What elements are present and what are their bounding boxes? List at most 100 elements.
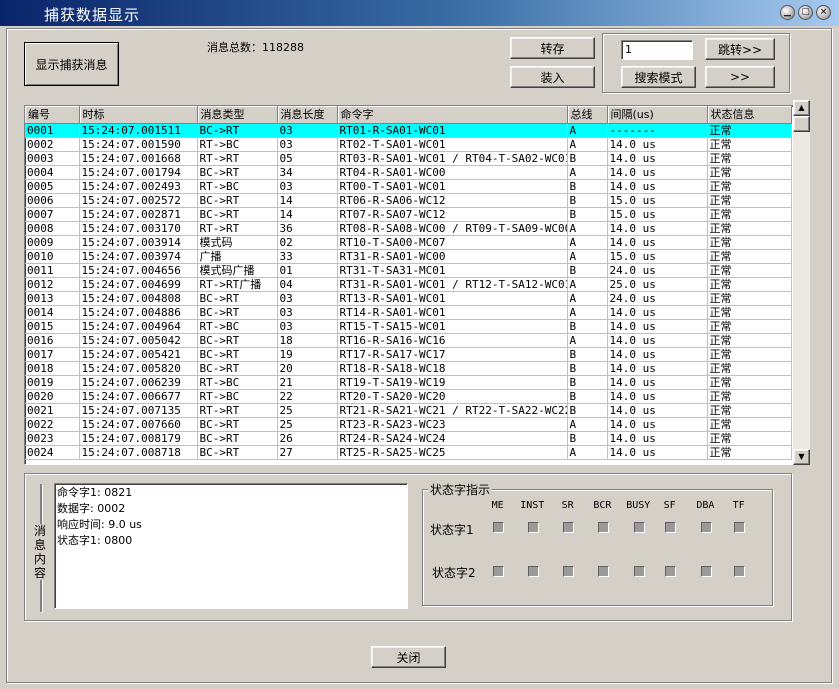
- maximize-icon[interactable]: ▢: [798, 5, 813, 20]
- table-cell: B: [567, 319, 608, 334]
- table-cell: 正常: [707, 445, 792, 460]
- table-cell: RT31-R-SA01-WC00: [337, 249, 568, 264]
- table-cell: 15:24:07.003170: [79, 221, 198, 236]
- load-button[interactable]: 装入: [510, 66, 595, 88]
- table-cell: BC->RT: [197, 347, 278, 362]
- table-row[interactable]: 0009 15:24:07.003914 模式码 02 RT10-T-SA00-MC07…: [25, 235, 792, 250]
- save-button[interactable]: 转存: [510, 37, 595, 59]
- table-cell: RT->RT: [197, 221, 278, 236]
- status-flag-indicator: [493, 566, 504, 577]
- table-cell: B: [567, 431, 608, 446]
- table-cell: 15:24:07.005820: [79, 361, 198, 376]
- status-flag-indicator: [701, 566, 712, 577]
- table-cell: BC->RT: [197, 123, 278, 138]
- table-cell: 正常: [707, 305, 792, 320]
- table-row[interactable]: 0001 15:24:07.001511 BC->RT 03 RT01-R-SA01-W…: [25, 123, 792, 138]
- table-cell: 03: [277, 179, 338, 194]
- table-cell: RT19-T-SA19-WC19: [337, 375, 568, 390]
- table-row[interactable]: 0010 15:24:07.003974 广播 33 RT31-R-SA01-WC00 A…: [25, 249, 792, 264]
- table-cell: RT24-R-SA24-WC24: [337, 431, 568, 446]
- status-flag-label: INST: [520, 500, 545, 511]
- status-flag-label: ME: [491, 500, 504, 511]
- table-cell: BC->RT: [197, 417, 278, 432]
- jump-button[interactable]: 跳转>>: [705, 38, 775, 60]
- table-cell: 14.0 us: [607, 403, 708, 418]
- table-cell: RT18-R-SA18-WC18: [337, 361, 568, 376]
- table-row[interactable]: 0018 15:24:07.005820 BC->RT 20 RT18-R-SA18-W…: [25, 361, 792, 376]
- table-row[interactable]: 0006 15:24:07.002572 BC->RT 14 RT06-R-SA06-W…: [25, 193, 792, 208]
- table-cell: 33: [277, 249, 338, 264]
- table-row[interactable]: 0004 15:24:07.001794 BC->RT 34 RT04-R-SA01-W…: [25, 165, 792, 180]
- scroll-thumb[interactable]: [793, 116, 810, 132]
- table-row[interactable]: 0008 15:24:07.003170 RT->RT 36 RT08-R-SA08-W…: [25, 221, 792, 236]
- close-button[interactable]: 关闭: [371, 646, 446, 668]
- table-row[interactable]: 0017 15:24:07.005421 BC->RT 19 RT17-R-SA17-W…: [25, 347, 792, 362]
- scroll-down-icon[interactable]: ▼: [793, 449, 810, 465]
- table-cell: 正常: [707, 347, 792, 362]
- search-mode-button[interactable]: 搜索模式: [621, 66, 696, 88]
- table-cell: 正常: [707, 179, 792, 194]
- table-cell: 15:24:07.004699: [79, 277, 198, 292]
- table-row[interactable]: 0022 15:24:07.007660 BC->RT 25 RT23-R-SA23-W…: [25, 417, 792, 432]
- table-cell: 0024: [25, 445, 80, 460]
- table-cell: RT->BC: [197, 389, 278, 404]
- message-content-box[interactable]: 命令字1: 0821 数据字: 0002 响应时间: 9.0 us 状态字1: …: [54, 483, 408, 609]
- table-cell: RT->BC: [197, 319, 278, 334]
- table-row[interactable]: 0019 15:24:07.006239 RT->BC 21 RT19-T-SA19-W…: [25, 375, 792, 390]
- table-cell: 14: [277, 193, 338, 208]
- table-cell: 14.0 us: [607, 137, 708, 152]
- column-header[interactable]: 编号: [25, 106, 80, 124]
- table-cell: 15.0 us: [607, 249, 708, 264]
- table-cell: 14.0 us: [607, 151, 708, 166]
- table-row[interactable]: 0011 15:24:07.004656 模式码广播 01 RT31-T-SA31-MC…: [25, 263, 792, 278]
- column-header[interactable]: 状态信息: [707, 106, 792, 124]
- table-row[interactable]: 0016 15:24:07.005042 BC->RT 18 RT16-R-SA16-W…: [25, 333, 792, 348]
- table-cell: BC->RT: [197, 193, 278, 208]
- column-header[interactable]: 间隔(us): [607, 106, 708, 124]
- column-header[interactable]: 命令字: [337, 106, 568, 124]
- column-header[interactable]: 总线: [567, 106, 608, 124]
- table-cell: RT02-T-SA01-WC01: [337, 137, 568, 152]
- table-row[interactable]: 0014 15:24:07.004886 BC->RT 03 RT14-R-SA01-W…: [25, 305, 792, 320]
- minimize-icon[interactable]: ▁: [780, 5, 795, 20]
- table-cell: RT10-T-SA00-MC07: [337, 235, 568, 250]
- table-row[interactable]: 0005 15:24:07.002493 RT->BC 03 RT00-T-SA01-W…: [25, 179, 792, 194]
- table-cell: A: [567, 123, 608, 138]
- table-row[interactable]: 0021 15:24:07.007135 RT->RT 25 RT21-R-SA21-W…: [25, 403, 792, 418]
- message-table[interactable]: 编号 时标 消息类型 消息长度 命令字 总线 间隔(us) 状态信息 0001 15:24:07…: [24, 105, 794, 465]
- table-cell: 0018: [25, 361, 80, 376]
- table-cell: 广播: [197, 249, 278, 264]
- status-flag-indicator: [665, 566, 676, 577]
- table-body: 0001 15:24:07.001511 BC->RT 03 RT01-R-SA01-W…: [25, 123, 792, 460]
- status-flag-indicator: [734, 566, 745, 577]
- table-row[interactable]: 0013 15:24:07.004808 BC->RT 03 RT13-R-SA01-W…: [25, 291, 792, 306]
- table-row[interactable]: 0015 15:24:07.004964 RT->BC 03 RT15-T-SA15-W…: [25, 319, 792, 334]
- table-row[interactable]: 0024 15:24:07.008718 BC->RT 27 RT25-R-SA25-W…: [25, 445, 792, 460]
- column-header[interactable]: 时标: [79, 106, 198, 124]
- table-cell: RT13-R-SA01-WC01: [337, 291, 568, 306]
- show-capture-button[interactable]: 显示捕获消息: [24, 42, 119, 86]
- table-row[interactable]: 0003 15:24:07.001668 RT->RT 05 RT03-R-SA01-W…: [25, 151, 792, 166]
- table-cell: 正常: [707, 151, 792, 166]
- table-row[interactable]: 0002 15:24:07.001590 RT->BC 03 RT02-T-SA01-W…: [25, 137, 792, 152]
- column-header[interactable]: 消息类型: [197, 106, 278, 124]
- close-icon[interactable]: ×: [816, 5, 831, 20]
- table-cell: 15:24:07.004964: [79, 319, 198, 334]
- content-line: 状态字1: 0800: [57, 534, 133, 547]
- jump-input[interactable]: 1: [621, 40, 693, 60]
- table-row[interactable]: 0023 15:24:07.008179 BC->RT 26 RT24-R-SA24-W…: [25, 431, 792, 446]
- next-button[interactable]: >>: [705, 66, 775, 88]
- table-cell: B: [567, 347, 608, 362]
- table-cell: RT->BC: [197, 375, 278, 390]
- table-cell: A: [567, 249, 608, 264]
- table-cell: 正常: [707, 221, 792, 236]
- table-cell: 15.0 us: [607, 193, 708, 208]
- table-row[interactable]: 0020 15:24:07.006677 RT->BC 22 RT20-T-SA20-W…: [25, 389, 792, 404]
- table-cell: 正常: [707, 431, 792, 446]
- column-header[interactable]: 消息长度: [277, 106, 338, 124]
- table-cell: 14.0 us: [607, 361, 708, 376]
- table-row[interactable]: 0007 15:24:07.002871 BC->RT 14 RT07-R-SA07-W…: [25, 207, 792, 222]
- table-row[interactable]: 0012 15:24:07.004699 RT->RT广播 04 RT31-R-SA01…: [25, 277, 792, 292]
- scroll-up-icon[interactable]: ▲: [793, 100, 810, 116]
- table-scrollbar[interactable]: ▲ ▼: [793, 100, 810, 465]
